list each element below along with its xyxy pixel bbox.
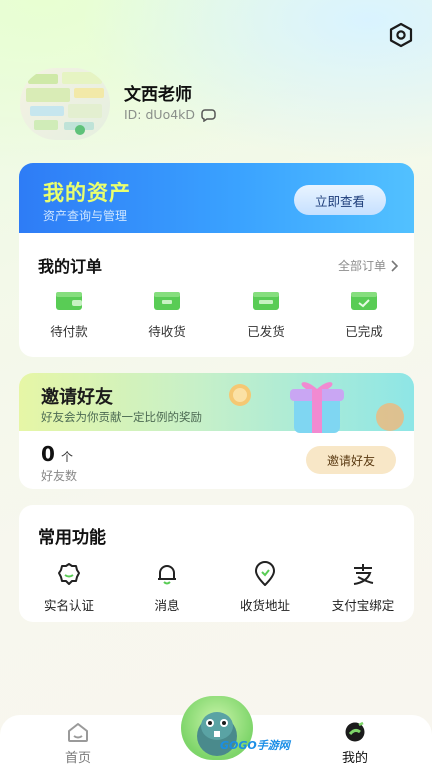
orders-card: 我的订单 全部订单 待付款 待收货 已发货 已完成 [19,233,414,357]
invite-banner[interactable]: 邀请好友 好友会为你贡献一定比例的奖励 [19,373,414,433]
nickname: 文西老师 [124,85,192,105]
order-pending-payment-label: 待付款 [50,324,88,339]
bell-icon [158,565,176,585]
chevron-right-icon [391,259,398,272]
assets-banner[interactable]: 我的资产 资产查询与管理 立即查看 [19,163,414,238]
func-messages[interactable]: 消息 [119,561,215,614]
profile-tab-icon [345,721,365,742]
common-functions-card: 常用功能 实名认证 消息 收货地址 支付宝绑定 [19,505,414,622]
order-completed-label: 已完成 [345,324,383,339]
invite-title: 邀请好友 [41,387,113,408]
order-shipped[interactable]: 已发货 [226,289,306,340]
avatar-image [26,72,104,135]
func-real-name-verify-label: 实名认证 [43,598,94,613]
shipped-icon [253,292,279,310]
tab-mine-label: 我的 [341,751,368,766]
invite-subtitle: 好友会为你贡献一定比例的奖励 [41,410,202,424]
all-orders-link[interactable]: 全部订单 [338,257,398,274]
order-completed[interactable]: 已完成 [324,289,404,340]
wallet-icon [56,292,82,310]
order-pending-receipt-label: 待收货 [148,324,186,339]
view-assets-button[interactable]: 立即查看 [294,185,386,215]
friend-count-unit: 个 [61,450,74,464]
completed-icon [351,292,377,310]
avatar[interactable] [20,68,110,140]
func-messages-label: 消息 [154,598,180,613]
receive-icon [154,292,180,310]
watermark-text: GOGO手游网 [220,739,290,752]
invite-card: 邀请好友 好友会为你贡献一定比例的奖励 0 个 好友数 邀请好友 [19,373,414,489]
func-alipay-binding-label: 支付宝绑定 [331,598,395,613]
func-shipping-address[interactable]: 收货地址 [217,561,313,614]
order-pending-payment[interactable]: 待付款 [29,289,109,340]
orders-title: 我的订单 [38,257,103,276]
tab-home-label: 首页 [64,751,91,766]
uid-row: ID: dUo4kD [124,107,217,122]
order-pending-receipt[interactable]: 待收货 [127,289,207,340]
assets-subtitle: 资产查询与管理 [43,209,128,223]
tab-home[interactable]: 首页 [38,721,118,766]
friend-count: 0 [41,442,55,466]
friend-count-label: 好友数 [41,469,78,483]
alipay-icon [353,564,374,585]
location-icon [255,561,275,586]
func-alipay-binding[interactable]: 支付宝绑定 [315,561,411,614]
func-shipping-address-label: 收货地址 [239,598,290,613]
user-id: ID: dUo4kD [124,107,196,122]
home-icon [68,723,88,742]
verify-icon [58,563,80,585]
order-shipped-label: 已发货 [247,324,285,339]
assets-title: 我的资产 [43,181,131,205]
all-orders-label: 全部订单 [337,259,386,273]
func-real-name-verify[interactable]: 实名认证 [21,561,117,614]
tab-mine[interactable]: 我的 [315,721,395,766]
functions-title: 常用功能 [38,528,106,548]
settings-hexagon-icon[interactable] [388,22,414,48]
gift-box-icon [229,382,404,433]
invite-friends-button[interactable]: 邀请好友 [306,446,396,474]
copy-icon[interactable] [201,108,217,122]
